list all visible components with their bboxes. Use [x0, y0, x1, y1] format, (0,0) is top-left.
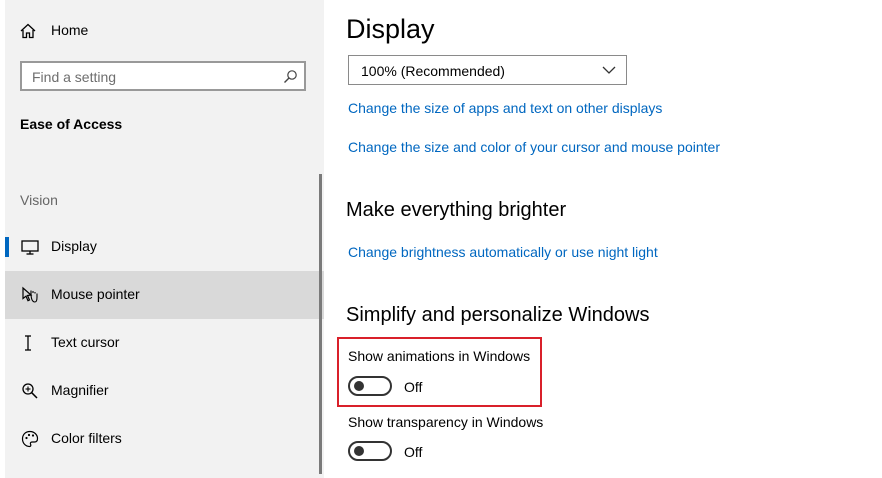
toggle-knob — [354, 446, 364, 456]
animations-toggle-state: Off — [404, 379, 423, 395]
color-filters-icon — [21, 430, 39, 448]
sidebar: Home Find a setting Ease of Access Visio… — [5, 0, 324, 478]
home-icon — [20, 23, 36, 39]
sidebar-item-mouse-pointer[interactable]: Mouse pointer — [5, 271, 324, 319]
sidebar-item-magnifier[interactable]: Magnifier — [5, 367, 324, 415]
page-title: Display — [346, 14, 435, 44]
search-icon — [284, 70, 297, 83]
sidebar-scrollbar[interactable] — [319, 174, 322, 474]
magnifier-icon — [22, 383, 38, 399]
section-title: Ease of Access — [20, 116, 123, 132]
animations-setting-label: Show animations in Windows — [348, 348, 531, 364]
sidebar-item-label: Color filters — [51, 430, 122, 446]
selected-indicator — [5, 237, 9, 257]
search-placeholder: Find a setting — [32, 69, 117, 85]
transparency-setting-label: Show transparency in Windows — [348, 414, 544, 430]
mouse-pointer-icon — [22, 286, 38, 303]
search-input[interactable]: Find a setting — [20, 61, 306, 91]
brightness-link[interactable]: Change brightness automatically or use n… — [348, 244, 658, 260]
sidebar-item-label: Mouse pointer — [51, 286, 140, 302]
main-content: Display 100% (Recommended) Change the si… — [324, 0, 882, 478]
scale-dropdown-value: 100% (Recommended) — [361, 63, 505, 79]
transparency-toggle[interactable] — [348, 441, 392, 461]
sidebar-item-color-filters[interactable]: Color filters — [5, 415, 324, 463]
brighter-heading: Make everything brighter — [346, 199, 567, 221]
sidebar-item-label: Text cursor — [51, 334, 120, 350]
apps-text-size-link[interactable]: Change the size of apps and text on othe… — [348, 100, 662, 116]
group-title-vision: Vision — [20, 192, 58, 208]
text-cursor-icon — [25, 335, 31, 351]
sidebar-item-label: Display — [51, 238, 97, 254]
home-nav-item[interactable]: Home — [5, 14, 319, 48]
chevron-down-icon — [602, 66, 616, 74]
transparency-toggle-state: Off — [404, 444, 423, 460]
sidebar-item-text-cursor[interactable]: Text cursor — [5, 319, 324, 367]
cursor-size-link[interactable]: Change the size and color of your cursor… — [348, 139, 720, 155]
scale-dropdown[interactable]: 100% (Recommended) — [348, 55, 627, 85]
home-label: Home — [51, 22, 89, 38]
simplify-heading: Simplify and personalize Windows — [346, 304, 650, 326]
animations-toggle[interactable] — [348, 376, 392, 396]
sidebar-item-label: Magnifier — [51, 382, 109, 398]
toggle-knob — [354, 381, 364, 391]
monitor-icon — [21, 240, 39, 255]
sidebar-item-display[interactable]: Display — [5, 223, 324, 271]
